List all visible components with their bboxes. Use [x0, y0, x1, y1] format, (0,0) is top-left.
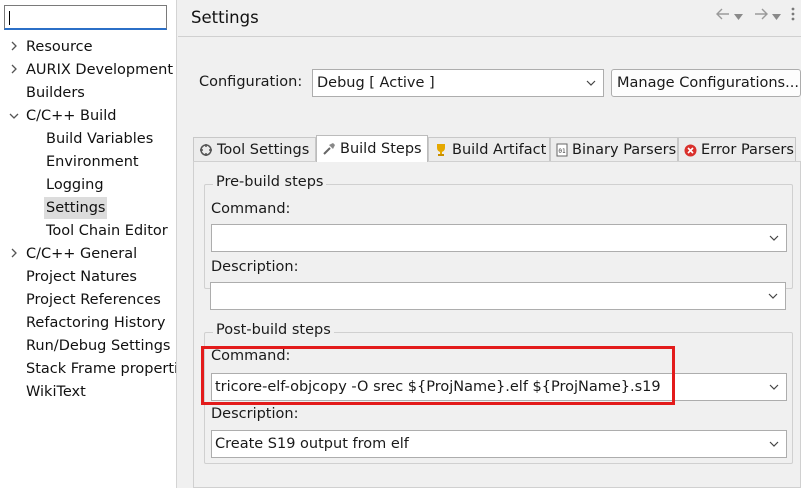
tree-item-logging[interactable]: Logging: [0, 174, 176, 196]
pre-build-group: Pre-build steps Command: Description:: [204, 174, 793, 289]
build-steps-icon: [323, 143, 335, 155]
tree-item-resource[interactable]: Resource: [0, 36, 176, 58]
chevron-right-icon[interactable]: [8, 36, 20, 58]
view-menu-icon[interactable]: [791, 7, 795, 25]
group-title: Post-build steps: [213, 322, 334, 338]
settings-tabs: Tool Settings Build Steps Build Artifact…: [193, 135, 801, 162]
chevron-down-icon[interactable]: [768, 374, 780, 400]
binary-icon: 01: [556, 143, 568, 157]
tab-label: Build Artifact: [452, 141, 547, 158]
settings-page: Settings Configuration: Debug [ Active ]…: [178, 0, 801, 488]
build-steps-panel: Pre-build steps Command: Description: Po…: [193, 161, 801, 488]
tool-settings-icon: [200, 144, 212, 156]
tree-item-label: Project Natures: [26, 269, 137, 285]
page-title: Settings: [191, 8, 259, 27]
tree-item-label: WikiText: [26, 384, 86, 400]
tab-tool-settings[interactable]: Tool Settings: [193, 137, 316, 162]
filter-input[interactable]: [4, 5, 167, 30]
tree-item-label: Project References: [26, 292, 161, 308]
configuration-value: Debug [ Active ]: [317, 75, 435, 91]
trophy-icon: [437, 144, 445, 156]
chevron-down-icon[interactable]: [767, 283, 779, 309]
pre-build-command-label: Command:: [211, 201, 291, 217]
chevron-down-icon[interactable]: [768, 431, 780, 457]
history-navigation: [715, 6, 795, 26]
tree-item-label: Refactoring History: [26, 315, 166, 331]
configuration-select[interactable]: Debug [ Active ]: [312, 69, 604, 97]
tree-item-settings[interactable]: Settings: [0, 197, 176, 219]
tree-item-label: Builders: [26, 85, 85, 101]
error-icon: [684, 144, 697, 156]
tree-item-aurix[interactable]: AURIX Development Studio: [0, 59, 176, 81]
manage-configurations-button[interactable]: Manage Configurations...: [611, 69, 801, 97]
tab-label: Tool Settings: [217, 141, 310, 158]
back-dropdown-icon[interactable]: [734, 9, 743, 24]
chevron-down-icon[interactable]: [768, 225, 780, 251]
tree-item-label: Resource: [26, 39, 93, 55]
tab-label: Binary Parsers: [572, 141, 677, 158]
tree-item-cpp-build[interactable]: C/C++ Build: [0, 105, 176, 127]
tree-item-project-natures[interactable]: Project Natures: [0, 266, 176, 288]
post-build-description-input[interactable]: Create S19 output from elf: [211, 430, 787, 458]
chevron-right-icon[interactable]: [8, 243, 20, 265]
forward-arrow-icon[interactable]: [753, 7, 769, 25]
tree-item-label: Build Variables: [46, 131, 154, 147]
group-title: Pre-build steps: [213, 174, 327, 190]
tree-item-refactoring-history[interactable]: Refactoring History: [0, 312, 176, 334]
highlight-annotation-box: [201, 346, 675, 405]
tree-item-label: Stack Frame properties: [26, 361, 176, 377]
tree-item-label: Tool Chain Editor: [46, 223, 168, 239]
tab-error-parsers[interactable]: Error Parsers: [678, 137, 796, 162]
back-arrow-icon[interactable]: [715, 7, 731, 25]
tree-item-label: Environment: [46, 154, 139, 170]
tab-build-steps[interactable]: Build Steps: [316, 135, 428, 162]
post-build-description-label: Description:: [211, 406, 299, 422]
tree-item-label: C/C++ General: [26, 246, 138, 262]
pre-build-description-input[interactable]: [210, 282, 786, 310]
svg-text:01: 01: [558, 148, 566, 155]
tab-label: Build Steps: [340, 140, 422, 157]
chevron-down-icon[interactable]: [8, 105, 20, 127]
tree-item-label: Logging: [46, 177, 104, 193]
tree-item-wikitext[interactable]: WikiText: [0, 381, 176, 403]
header-separator: [178, 36, 801, 37]
tree-item-cpp-general[interactable]: C/C++ General: [0, 243, 176, 265]
configuration-label: Configuration:: [199, 74, 303, 90]
tab-binary-parsers[interactable]: 01 Binary Parsers: [550, 137, 678, 162]
tree-item-build-variables[interactable]: Build Variables: [0, 128, 176, 150]
tree-item-builders[interactable]: Builders: [0, 82, 176, 104]
tree-item-label: Run/Debug Settings: [26, 338, 171, 354]
tree-item-environment[interactable]: Environment: [0, 151, 176, 173]
chevron-down-icon[interactable]: [585, 70, 597, 96]
tree-item-project-references[interactable]: Project References: [0, 289, 176, 311]
combo-value: Create S19 output from elf: [215, 436, 409, 452]
property-tree-panel: Resource AURIX Development Studio Builde…: [0, 0, 177, 488]
chevron-right-icon[interactable]: [8, 59, 20, 81]
text-caret: [9, 11, 10, 25]
tab-label: Error Parsers: [701, 141, 794, 158]
tree-item-label-selected: Settings: [44, 197, 108, 219]
tree-item-tool-chain-editor[interactable]: Tool Chain Editor: [0, 220, 176, 242]
tree-item-run-debug-settings[interactable]: Run/Debug Settings: [0, 335, 176, 357]
tree-item-label: C/C++ Build: [26, 108, 117, 124]
pre-build-description-label: Description:: [211, 259, 299, 275]
forward-dropdown-icon[interactable]: [772, 9, 781, 24]
tree-item-label: AURIX Development Studio: [26, 62, 176, 78]
pre-build-command-input[interactable]: [211, 224, 787, 252]
tab-build-artifact[interactable]: Build Artifact: [428, 137, 550, 162]
tree-item-stack-frame-properties[interactable]: Stack Frame properties: [0, 358, 176, 380]
